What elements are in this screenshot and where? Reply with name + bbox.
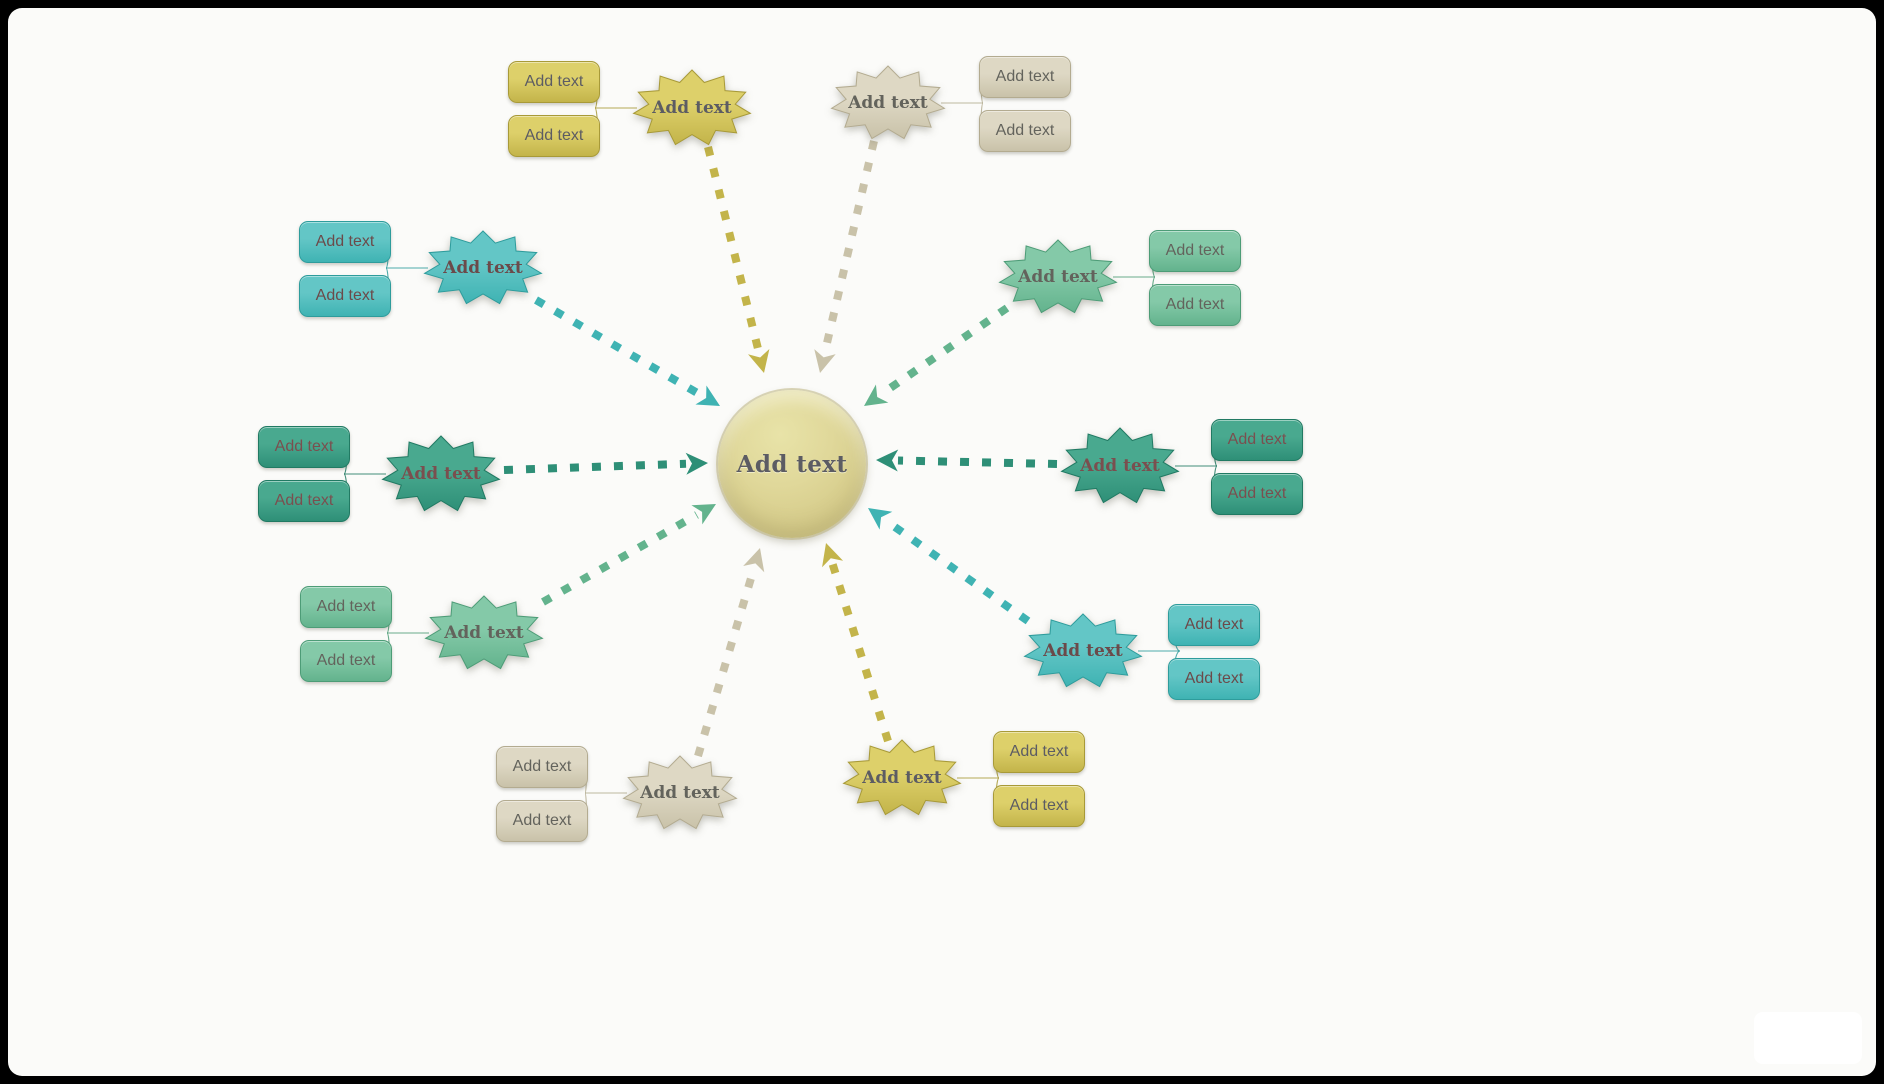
- branch-top-left-gold-leaf-1[interactable]: Add text: [508, 61, 600, 103]
- leaf-connector-layer: [343, 76, 1218, 822]
- starburst-shape: [424, 595, 544, 670]
- branch-bottom-right-gold[interactable]: Add text: [842, 739, 962, 816]
- branch-left-teal[interactable]: Add text: [381, 435, 501, 512]
- branch-lower-right-cyan-leaf-1[interactable]: Add text: [1168, 604, 1260, 646]
- leaf-label: Add text: [512, 758, 572, 775]
- leaf-label: Add text: [1227, 431, 1287, 448]
- branch-upper-right-green-leaf-1[interactable]: Add text: [1149, 230, 1241, 272]
- branch-top-right-beige-leaf-1[interactable]: Add text: [979, 56, 1071, 98]
- leaf-label: Add text: [1165, 296, 1225, 313]
- leaf-label: Add text: [274, 492, 334, 509]
- branch-left-teal-leaf-1[interactable]: Add text: [258, 426, 350, 468]
- starburst-shape: [622, 755, 738, 830]
- branch-right-teal-leaf-1[interactable]: Add text: [1211, 419, 1303, 461]
- branch-right-teal-leaf-2[interactable]: Add text: [1211, 473, 1303, 515]
- branch-left-teal-leaf-2[interactable]: Add text: [258, 480, 350, 522]
- leaf-label: Add text: [1009, 797, 1069, 814]
- leaf-label: Add text: [512, 812, 572, 829]
- branch-top-right-beige[interactable]: Add text: [830, 65, 946, 140]
- leaf-label: Add text: [316, 652, 376, 669]
- leaf-label: Add text: [995, 68, 1055, 85]
- leaf-label: Add text: [524, 127, 584, 144]
- branch-bottom-left-beige-leaf-1[interactable]: Add text: [496, 746, 588, 788]
- branch-bottom-right-gold-leaf-1[interactable]: Add text: [993, 731, 1085, 773]
- leaf-label: Add text: [524, 73, 584, 90]
- branch-right-teal[interactable]: Add text: [1060, 427, 1180, 504]
- leaf-label: Add text: [1165, 242, 1225, 259]
- branch-upper-left-cyan-leaf-1[interactable]: Add text: [299, 221, 391, 263]
- branch-lower-right-cyan[interactable]: Add text: [1023, 613, 1143, 688]
- starburst-shape: [1060, 427, 1180, 504]
- center-node-label: Add text: [736, 450, 848, 478]
- leaf-label: Add text: [274, 438, 334, 455]
- leaf-label: Add text: [1009, 743, 1069, 760]
- branch-upper-left-cyan[interactable]: Add text: [423, 230, 543, 305]
- leaf-label: Add text: [316, 598, 376, 615]
- starburst-shape: [632, 69, 752, 146]
- mindmap-canvas[interactable]: Add text Add text Add text Add text Add text…: [8, 8, 1876, 1076]
- branch-top-right-beige-leaf-2[interactable]: Add text: [979, 110, 1071, 152]
- branch-upper-right-green-leaf-2[interactable]: Add text: [1149, 284, 1241, 326]
- branch-lower-right-cyan-leaf-2[interactable]: Add text: [1168, 658, 1260, 700]
- leaf-label: Add text: [315, 287, 375, 304]
- branch-bottom-left-beige[interactable]: Add text: [622, 755, 738, 830]
- starburst-shape: [1023, 613, 1143, 688]
- branch-lower-left-green-leaf-2[interactable]: Add text: [300, 640, 392, 682]
- branch-bottom-right-gold-leaf-2[interactable]: Add text: [993, 785, 1085, 827]
- branch-lower-left-green-leaf-1[interactable]: Add text: [300, 586, 392, 628]
- leaf-label: Add text: [995, 122, 1055, 139]
- starburst-shape: [381, 435, 501, 512]
- branch-top-left-gold[interactable]: Add text: [632, 69, 752, 146]
- leaf-label: Add text: [1227, 485, 1287, 502]
- corner-blank-panel[interactable]: [1754, 1012, 1862, 1064]
- branch-lower-left-green[interactable]: Add text: [424, 595, 544, 670]
- starburst-shape: [423, 230, 543, 305]
- starburst-shape: [998, 239, 1118, 314]
- starburst-shape: [842, 739, 962, 816]
- branch-bottom-left-beige-leaf-2[interactable]: Add text: [496, 800, 588, 842]
- branch-upper-right-green[interactable]: Add text: [998, 239, 1118, 314]
- leaf-label: Add text: [315, 233, 375, 250]
- leaf-label: Add text: [1184, 616, 1244, 633]
- center-node[interactable]: Add text: [718, 390, 866, 538]
- branch-top-left-gold-leaf-2[interactable]: Add text: [508, 115, 600, 157]
- branch-upper-left-cyan-leaf-2[interactable]: Add text: [299, 275, 391, 317]
- starburst-shape: [830, 65, 946, 140]
- leaf-label: Add text: [1184, 670, 1244, 687]
